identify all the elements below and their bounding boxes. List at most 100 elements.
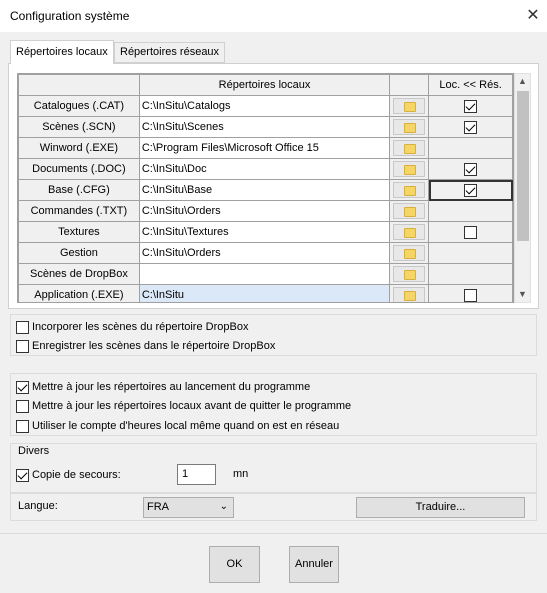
browse-folder-button[interactable] bbox=[393, 140, 426, 156]
table-row: Scènes (.SCN) C:\InSitu\Scenes bbox=[18, 116, 513, 138]
option-save-dropbox[interactable]: Enregistrer les scènes dans le répertoir… bbox=[16, 338, 275, 354]
directories-grid: Répertoires locaux Loc. << Rés. Catalogu… bbox=[17, 73, 514, 303]
folder-icon bbox=[404, 228, 417, 238]
grid-header-row: Répertoires locaux Loc. << Rés. bbox=[18, 74, 513, 96]
directory-path-field[interactable]: C:\InSitu\Orders bbox=[138, 200, 391, 222]
directory-path-field[interactable]: C:\InSitu\Base bbox=[138, 179, 391, 201]
backup-interval-input[interactable]: 1 bbox=[177, 464, 216, 485]
sync-cell bbox=[428, 116, 513, 138]
browse-cell bbox=[389, 179, 430, 201]
directory-path-field[interactable]: C:\Program Files\Microsoft Office 15 bbox=[138, 137, 391, 159]
folder-icon bbox=[404, 291, 417, 301]
browse-cell bbox=[389, 221, 430, 243]
browse-cell bbox=[389, 242, 430, 264]
table-row: Winword (.EXE) C:\Program Files\Microsoft… bbox=[18, 137, 513, 159]
cancel-button[interactable]: Annuler bbox=[289, 546, 339, 583]
language-select[interactable]: FRA ⌄ bbox=[143, 497, 234, 518]
option-update-before-quit[interactable]: Mettre à jour les répertoires locaux ava… bbox=[16, 398, 351, 414]
option-label: Enregistrer les scènes dans le répertoir… bbox=[32, 340, 276, 352]
checkbox[interactable] bbox=[16, 380, 29, 394]
translate-button[interactable]: Traduire... bbox=[356, 497, 525, 518]
checkbox[interactable] bbox=[16, 399, 29, 413]
browse-cell bbox=[389, 200, 430, 222]
footer-divider bbox=[0, 533, 547, 534]
browse-cell bbox=[389, 137, 430, 159]
option-label: Mettre à jour les répertoires locaux ava… bbox=[32, 400, 352, 412]
browse-cell bbox=[389, 116, 430, 138]
directory-path-field[interactable] bbox=[138, 263, 391, 285]
grid-scrollbar[interactable]: ▲ ▼ bbox=[514, 73, 531, 303]
close-icon[interactable]: ✕ bbox=[523, 6, 543, 26]
directory-path-field[interactable]: C:\InSitu\Catalogs bbox=[138, 95, 391, 117]
row-label: Catalogues (.CAT) bbox=[18, 95, 140, 117]
language-value: FRA bbox=[147, 501, 169, 513]
browse-cell bbox=[389, 284, 430, 302]
row-label: Scènes de DropBox bbox=[18, 263, 140, 285]
option-local-hours[interactable]: Utiliser le compte d'heures local même q… bbox=[16, 418, 339, 434]
row-label: Application (.EXE) bbox=[18, 284, 140, 302]
option-update-on-launch[interactable]: Mettre à jour les répertoires au lanceme… bbox=[16, 379, 310, 395]
option-incorporate-dropbox[interactable]: Incorporer les scènes du répertoire Drop… bbox=[16, 319, 248, 335]
sync-checkbox[interactable] bbox=[464, 225, 478, 239]
checkbox[interactable] bbox=[16, 468, 29, 482]
row-label: Textures bbox=[18, 221, 140, 243]
scroll-down-icon[interactable]: ▼ bbox=[515, 287, 530, 302]
scroll-thumb[interactable] bbox=[517, 91, 529, 241]
directory-path-field[interactable]: C:\InSitu\Scenes bbox=[138, 116, 391, 138]
tab-network-directories[interactable]: Répertoires réseaux bbox=[114, 42, 226, 63]
window-title: Configuration système bbox=[10, 9, 130, 23]
sync-checkbox[interactable] bbox=[464, 288, 478, 302]
browse-folder-button[interactable] bbox=[393, 98, 426, 114]
row-label: Base (.CFG) bbox=[18, 179, 140, 201]
scroll-up-icon[interactable]: ▲ bbox=[515, 74, 530, 89]
directory-path-field[interactable]: C:\InSitu\Doc bbox=[138, 158, 391, 180]
tab-local-directories[interactable]: Répertoires locaux bbox=[10, 40, 114, 64]
directory-path-field[interactable]: C:\InSitu\Textures bbox=[138, 221, 391, 243]
chevron-down-icon: ⌄ bbox=[219, 501, 228, 512]
folder-icon bbox=[404, 186, 417, 196]
option-backup[interactable]: Copie de secours: bbox=[16, 467, 121, 483]
directory-path-field[interactable]: C:\InSitu\Orders bbox=[138, 242, 391, 264]
checkbox[interactable] bbox=[16, 320, 29, 334]
row-label: Scènes (.SCN) bbox=[18, 116, 140, 138]
browse-folder-button[interactable] bbox=[393, 224, 426, 240]
browse-cell bbox=[389, 158, 430, 180]
sync-checkbox[interactable] bbox=[464, 99, 478, 113]
browse-folder-button[interactable] bbox=[393, 266, 426, 282]
browse-folder-button[interactable] bbox=[393, 203, 426, 219]
ok-button[interactable]: OK bbox=[209, 546, 260, 583]
column-header-browse bbox=[389, 74, 430, 96]
folder-icon bbox=[404, 270, 417, 280]
column-header-sync: Loc. << Rés. bbox=[428, 74, 513, 96]
sync-cell bbox=[428, 95, 513, 117]
folder-icon bbox=[404, 102, 417, 112]
table-row: Textures C:\InSitu\Textures bbox=[18, 221, 513, 243]
divers-title: Divers bbox=[18, 445, 50, 457]
sync-checkbox[interactable] bbox=[464, 120, 478, 134]
table-row: Catalogues (.CAT) C:\InSitu\Catalogs bbox=[18, 95, 513, 117]
tab-label: Répertoires réseaux bbox=[120, 46, 220, 58]
browse-folder-button[interactable] bbox=[393, 287, 426, 302]
table-row: Application (.EXE) C:\InSitu bbox=[18, 284, 513, 302]
folder-icon bbox=[404, 165, 417, 175]
option-label: Mettre à jour les répertoires au lanceme… bbox=[32, 381, 311, 393]
table-row: Base (.CFG) C:\InSitu\Base bbox=[18, 179, 513, 201]
directory-path-field[interactable]: C:\InSitu bbox=[138, 284, 391, 302]
backup-unit-label: mn bbox=[233, 468, 249, 480]
row-label: Winword (.EXE) bbox=[18, 137, 140, 159]
browse-folder-button[interactable] bbox=[393, 245, 426, 261]
browse-folder-button[interactable] bbox=[393, 161, 426, 177]
sync-cell bbox=[428, 284, 513, 302]
table-row: Gestion C:\InSitu\Orders bbox=[18, 242, 513, 264]
browse-folder-button[interactable] bbox=[393, 182, 426, 198]
sync-cell bbox=[428, 263, 513, 285]
folder-icon bbox=[404, 249, 417, 259]
sync-cell bbox=[428, 242, 513, 264]
browse-cell bbox=[389, 95, 430, 117]
sync-checkbox[interactable] bbox=[464, 183, 478, 197]
checkbox[interactable] bbox=[16, 339, 29, 353]
sync-checkbox[interactable] bbox=[464, 162, 478, 176]
checkbox[interactable] bbox=[16, 419, 29, 433]
browse-folder-button[interactable] bbox=[393, 119, 426, 135]
row-label: Gestion bbox=[18, 242, 140, 264]
